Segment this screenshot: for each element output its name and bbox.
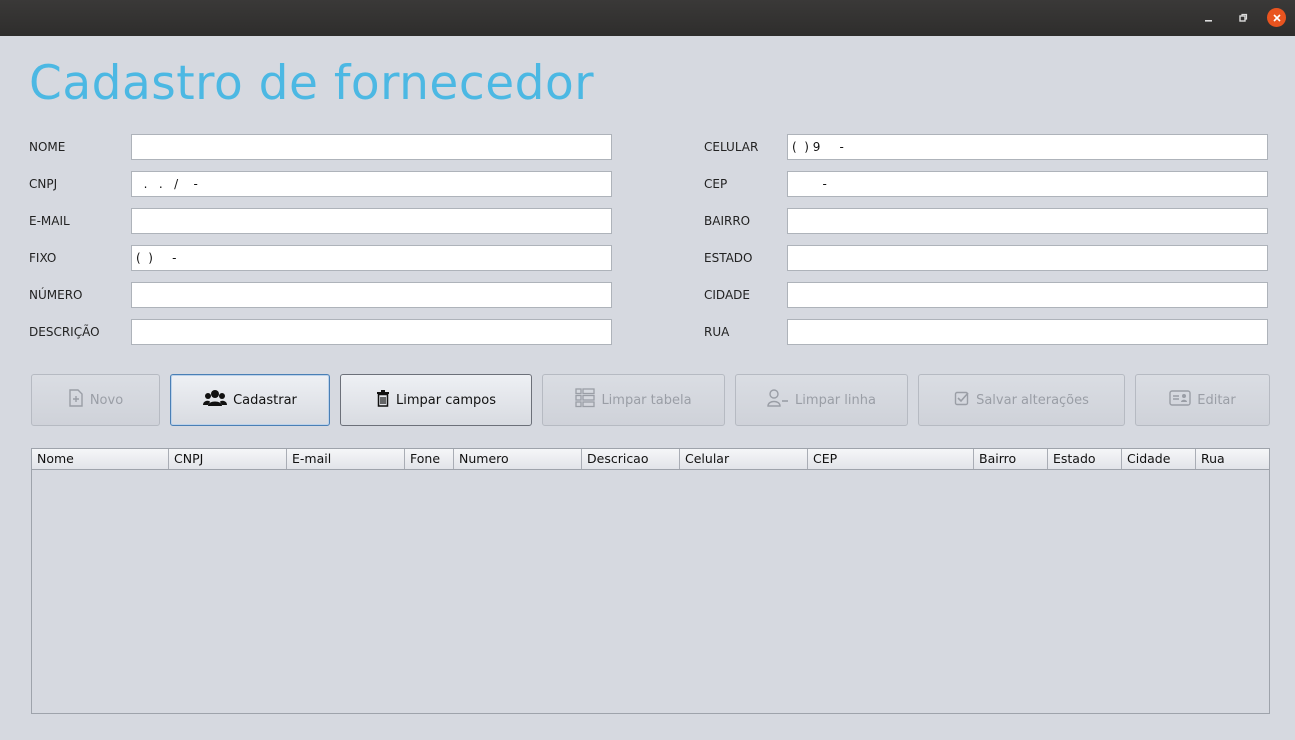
column-header-cidade[interactable]: Cidade <box>1122 449 1196 469</box>
nome-field[interactable] <box>131 134 612 160</box>
salvar-alteracoes-button-label: Salvar alterações <box>976 392 1089 408</box>
novo-button[interactable]: Novo <box>31 374 160 426</box>
limpar-campos-button-label: Limpar campos <box>396 392 496 408</box>
column-header-estado[interactable]: Estado <box>1048 449 1122 469</box>
email-label: E-MAIL <box>29 214 70 228</box>
users-icon <box>203 389 228 411</box>
cadastrar-button[interactable]: Cadastrar <box>170 374 330 426</box>
bairro-label: BAIRRO <box>704 214 751 228</box>
novo-button-label: Novo <box>89 392 124 408</box>
cidade-field[interactable] <box>787 282 1268 308</box>
page-title: Cadastro de fornecedor <box>29 56 595 111</box>
column-header-email[interactable]: E-mail <box>287 449 405 469</box>
trash-icon <box>376 389 390 411</box>
editar-button-label: Editar <box>1197 392 1236 408</box>
restore-icon[interactable] <box>1233 8 1253 28</box>
cidade-label: CIDADE <box>704 288 750 302</box>
cep-label: CEP <box>704 177 728 191</box>
descricao-field[interactable] <box>131 319 612 345</box>
fornecedores-table[interactable]: Nome CNPJ E-mail Fone Numero Descricao C… <box>31 448 1270 714</box>
estado-field[interactable] <box>787 245 1268 271</box>
window-titlebar <box>0 0 1295 36</box>
limpar-tabela-button[interactable]: Limpar tabela <box>542 374 725 426</box>
table-list-icon <box>575 388 596 412</box>
limpar-linha-button-label: Limpar linha <box>795 392 876 408</box>
celular-label: CELULAR <box>704 140 759 154</box>
column-header-bairro[interactable]: Bairro <box>974 449 1048 469</box>
nome-label: NOME <box>29 140 66 154</box>
limpar-campos-button[interactable]: Limpar campos <box>340 374 532 426</box>
rua-label: RUA <box>704 325 730 339</box>
column-header-numero[interactable]: Numero <box>454 449 582 469</box>
checkbox-icon <box>954 390 970 410</box>
estado-label: ESTADO <box>704 251 753 265</box>
id-card-icon <box>1169 390 1191 410</box>
column-header-cep[interactable]: CEP <box>808 449 974 469</box>
cep-field[interactable] <box>787 171 1268 197</box>
fixo-label: FIXO <box>29 251 57 265</box>
column-header-descricao[interactable]: Descricao <box>582 449 680 469</box>
close-icon[interactable] <box>1267 8 1286 27</box>
limpar-tabela-button-label: Limpar tabela <box>601 392 692 408</box>
column-header-celular[interactable]: Celular <box>680 449 808 469</box>
cadastrar-button-label: Cadastrar <box>233 392 297 408</box>
column-header-rua[interactable]: Rua <box>1196 449 1269 469</box>
minimize-icon[interactable] <box>1199 8 1219 28</box>
rua-field[interactable] <box>787 319 1268 345</box>
numero-field[interactable] <box>131 282 612 308</box>
table-header: Nome CNPJ E-mail Fone Numero Descricao C… <box>32 449 1269 470</box>
cnpj-field[interactable] <box>131 171 612 197</box>
column-header-cnpj[interactable]: CNPJ <box>169 449 287 469</box>
celular-field[interactable] <box>787 134 1268 160</box>
cnpj-label: CNPJ <box>29 177 58 191</box>
column-header-nome[interactable]: Nome <box>32 449 169 469</box>
numero-label: NÚMERO <box>29 288 83 302</box>
salvar-alteracoes-button[interactable]: Salvar alterações <box>918 374 1125 426</box>
limpar-linha-button[interactable]: Limpar linha <box>735 374 908 426</box>
bairro-field[interactable] <box>787 208 1268 234</box>
email-field[interactable] <box>131 208 612 234</box>
editar-button[interactable]: Editar <box>1135 374 1270 426</box>
new-file-icon <box>68 389 84 411</box>
user-minus-icon <box>767 389 789 411</box>
fixo-field[interactable] <box>131 245 612 271</box>
descricao-label: DESCRIÇÃO <box>29 325 100 339</box>
column-header-fone[interactable]: Fone <box>405 449 454 469</box>
